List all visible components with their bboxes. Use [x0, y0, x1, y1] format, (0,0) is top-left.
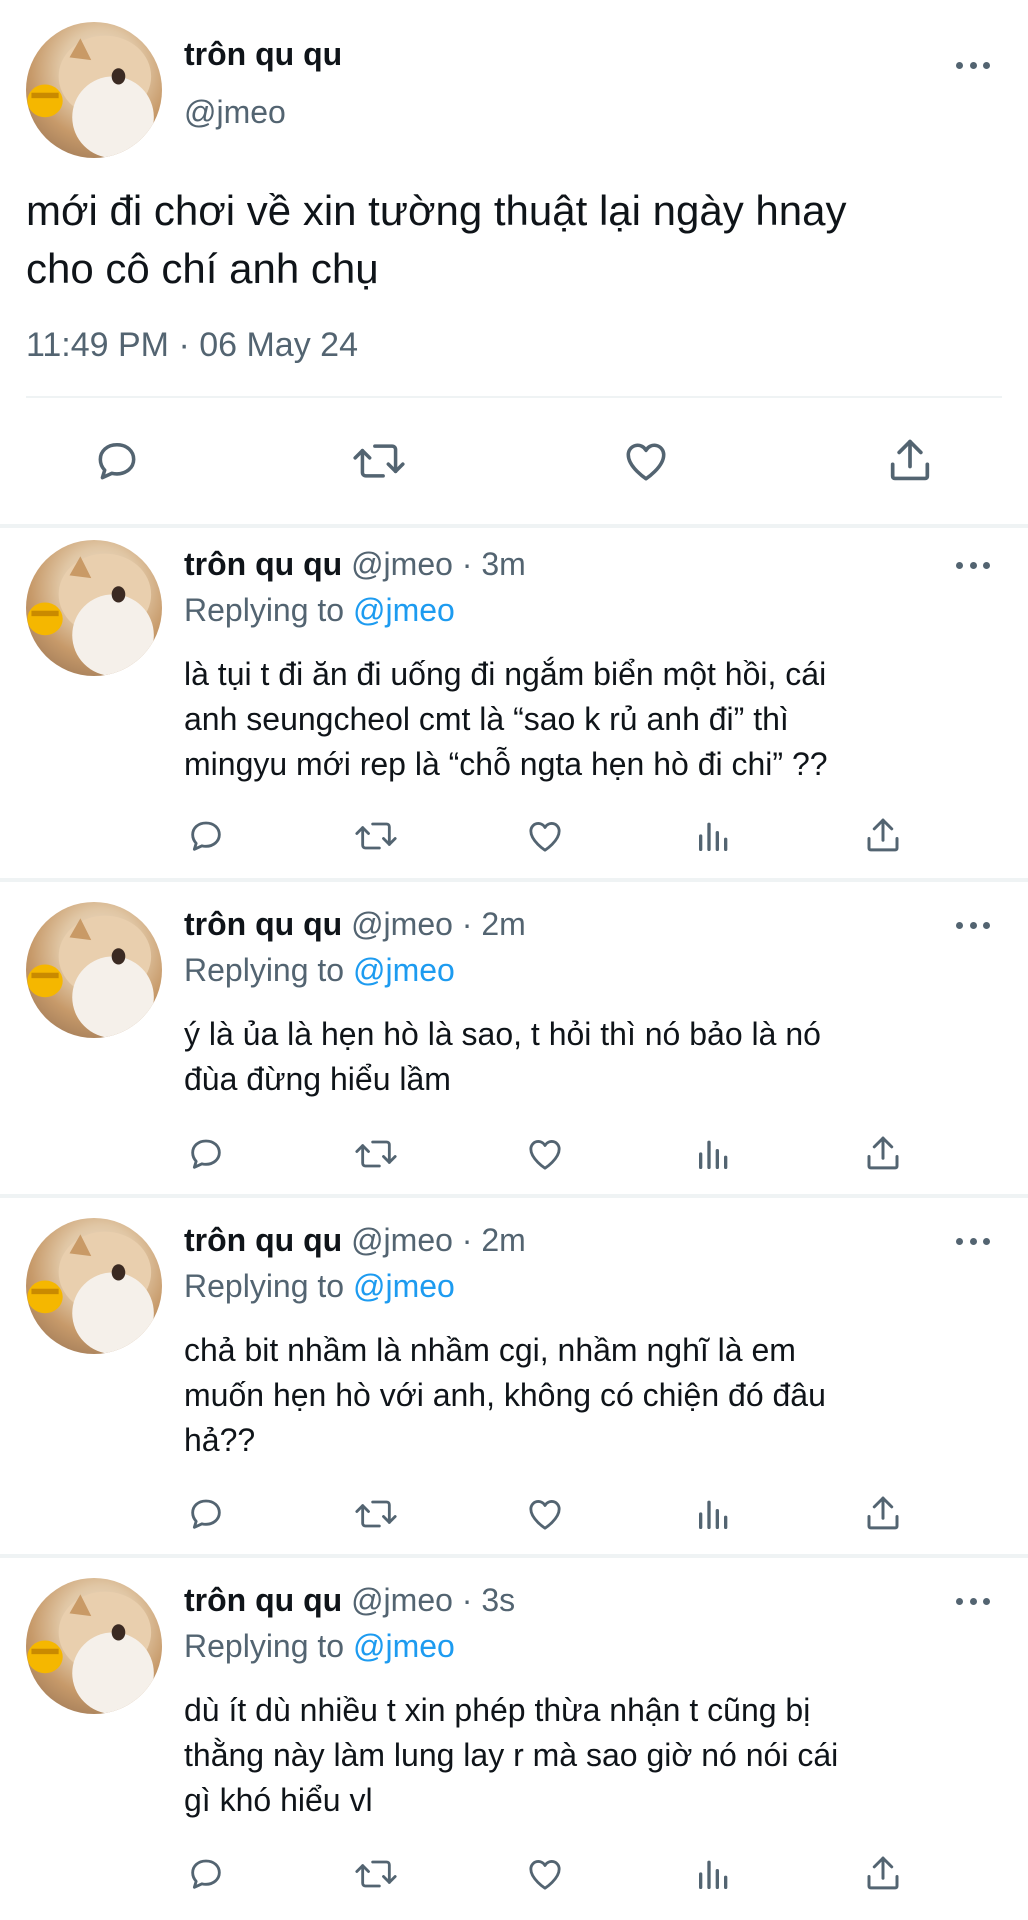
share-icon[interactable]	[862, 1492, 904, 1534]
like-icon[interactable]	[620, 436, 672, 486]
more-options-icon[interactable]	[956, 60, 990, 70]
share-icon[interactable]	[862, 1852, 904, 1894]
divider	[26, 396, 1002, 398]
replying-to-link[interactable]: @jmeo	[353, 592, 455, 628]
reply-icon[interactable]	[186, 1854, 226, 1894]
views-icon[interactable]	[694, 1134, 734, 1174]
reply-text-line: gì khó hiểu vl	[184, 1782, 373, 1818]
cat-avatar-image	[27, 35, 154, 158]
retweet-icon[interactable]	[352, 1854, 400, 1894]
handle[interactable]: @jmeo	[184, 94, 286, 131]
avatar[interactable]	[26, 1218, 162, 1354]
avatar[interactable]	[26, 1578, 162, 1714]
timestamp[interactable]: 11:49 PM · 06 May 24	[26, 326, 358, 365]
retweet-icon[interactable]	[352, 1134, 400, 1174]
reply-icon[interactable]	[186, 1134, 226, 1174]
reply-text-line: chả bit nhầm là nhầm cgi, nhầm nghĩ là e…	[184, 1332, 796, 1368]
reply-text-line: dù ít dù nhiều t xin phép thừa nhận t cũ…	[184, 1692, 811, 1728]
handle-time[interactable]: @jmeo · 2m	[351, 1222, 526, 1258]
cat-avatar-image	[27, 1591, 154, 1714]
like-icon[interactable]	[524, 1494, 566, 1534]
share-icon[interactable]	[884, 434, 936, 486]
avatar[interactable]	[26, 540, 162, 676]
like-icon[interactable]	[524, 816, 566, 856]
retweet-icon[interactable]	[352, 1494, 400, 1534]
replying-to-link[interactable]: @jmeo	[353, 952, 455, 988]
reply-text-line: mingyu mới rep là “chỗ ngta hẹn hò đi ch…	[184, 746, 828, 782]
replying-to-label: Replying to	[184, 1628, 345, 1664]
tweet-text-line: mới đi chơi về xin tường thuật lại ngày …	[26, 187, 847, 234]
views-icon[interactable]	[694, 1494, 734, 1534]
like-icon[interactable]	[524, 1854, 566, 1894]
section-divider	[0, 1554, 1028, 1558]
reply-text: dù ít dù nhiều t xin phép thừa nhận t cũ…	[184, 1688, 1014, 1823]
avatar[interactable]	[26, 902, 162, 1038]
tweet-text: mới đi chơi về xin tường thuật lại ngày …	[26, 182, 1006, 298]
replying-to-label: Replying to	[184, 592, 345, 628]
tweet-text-line: cho cô chí anh chụ	[26, 245, 379, 292]
replying-to-label: Replying to	[184, 1268, 345, 1304]
display-name[interactable]: trôn qu qu	[184, 1582, 342, 1618]
views-icon[interactable]	[694, 816, 734, 856]
views-icon[interactable]	[694, 1854, 734, 1894]
retweet-icon[interactable]	[352, 816, 400, 856]
reply-text-line: là tụi t đi ăn đi uống đi ngắm biển một …	[184, 656, 827, 692]
display-name[interactable]: trôn qu qu	[184, 906, 342, 942]
avatar[interactable]	[26, 22, 162, 158]
like-icon[interactable]	[524, 1134, 566, 1174]
reply-text-line: đùa đừng hiểu lầm	[184, 1061, 451, 1097]
reply-icon[interactable]	[186, 816, 226, 856]
share-icon[interactable]	[862, 814, 904, 856]
more-options-icon[interactable]	[956, 920, 990, 930]
cat-avatar-image	[27, 553, 154, 676]
section-divider	[0, 1194, 1028, 1198]
reply-icon[interactable]	[186, 1494, 226, 1534]
display-name[interactable]: trôn qu qu	[184, 546, 342, 582]
reply-text-line: ý là ủa là hẹn hò là sao, t hỏi thì nó b…	[184, 1016, 821, 1052]
cat-avatar-image	[27, 1231, 154, 1354]
retweet-icon[interactable]	[350, 436, 408, 486]
share-icon[interactable]	[862, 1132, 904, 1174]
reply-icon[interactable]	[92, 436, 142, 486]
reply-text: là tụi t đi ăn đi uống đi ngắm biển một …	[184, 652, 1014, 787]
reply-text-line: muốn hẹn hò với anh, không có chiện đó đ…	[184, 1377, 826, 1413]
handle-time[interactable]: @jmeo · 3s	[351, 1582, 515, 1618]
reply-text-line: hả??	[184, 1422, 256, 1458]
display-name[interactable]: trôn qu qu	[184, 1222, 342, 1258]
reply-text: chả bit nhầm là nhầm cgi, nhầm nghĩ là e…	[184, 1328, 1014, 1463]
cat-avatar-image	[27, 915, 154, 1038]
section-divider	[0, 524, 1028, 528]
handle-time[interactable]: @jmeo · 3m	[351, 546, 526, 582]
replying-to-link[interactable]: @jmeo	[353, 1268, 455, 1304]
more-options-icon[interactable]	[956, 1596, 990, 1606]
reply-text-line: thằng này làm lung lay r mà sao giờ nó n…	[184, 1737, 839, 1773]
more-options-icon[interactable]	[956, 560, 990, 570]
reply-text-line: anh seungcheol cmt là “sao k rủ anh đi” …	[184, 701, 789, 737]
replying-to-label: Replying to	[184, 952, 345, 988]
handle-time[interactable]: @jmeo · 2m	[351, 906, 526, 942]
more-options-icon[interactable]	[956, 1236, 990, 1246]
replying-to-link[interactable]: @jmeo	[353, 1628, 455, 1664]
section-divider	[0, 878, 1028, 882]
display-name[interactable]: trôn qu qu	[184, 36, 342, 73]
reply-text: ý là ủa là hẹn hò là sao, t hỏi thì nó b…	[184, 1012, 1014, 1102]
